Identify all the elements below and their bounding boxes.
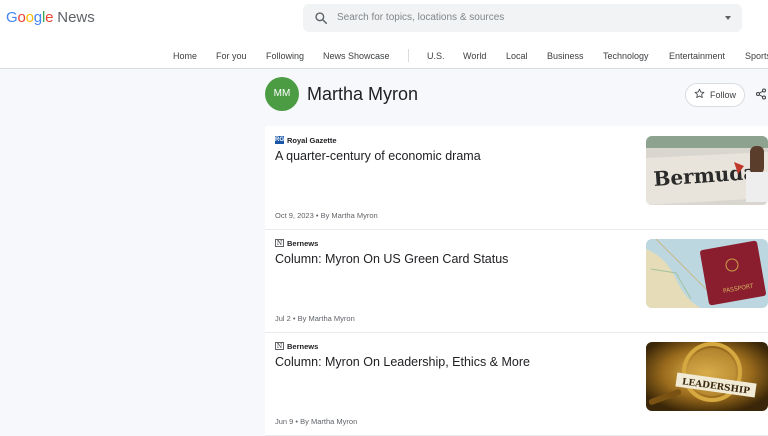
article-meta: Jul 2 • By Martha Myron	[275, 314, 355, 323]
nav-divider	[408, 49, 409, 62]
nav-item-world[interactable]: World	[463, 51, 486, 61]
nav-item-technology[interactable]: Technology	[603, 51, 649, 61]
article-meta: Oct 9, 2023 • By Martha Myron	[275, 211, 378, 220]
google-wordmark: Google	[6, 9, 54, 26]
main-content: MM Martha Myron Follow RG Royal Gazette …	[265, 69, 768, 436]
nav-item-entertainment[interactable]: Entertainment	[669, 51, 725, 61]
section-nav: Home For you Following News Showcase U.S…	[0, 49, 768, 63]
news-wordmark: News	[57, 9, 95, 26]
nav-item-home[interactable]: Home	[173, 51, 197, 61]
avatar: MM	[265, 77, 299, 111]
google-news-logo[interactable]: Google News	[6, 9, 95, 26]
article-source[interactable]: Bernews	[287, 239, 318, 248]
article-card[interactable]: N Bernews Column: Myron On Leadership, E…	[265, 333, 768, 436]
map-passport-image: PASSPORT	[646, 239, 768, 308]
nav-item-news-showcase[interactable]: News Showcase	[323, 51, 390, 61]
article-card[interactable]: N Bernews Column: Myron On US Green Card…	[265, 230, 768, 333]
search-bar[interactable]: Search for topics, locations & sources	[303, 4, 742, 32]
article-title[interactable]: A quarter-century of economic drama	[275, 149, 481, 163]
left-pane	[0, 69, 265, 435]
nav-item-local[interactable]: Local	[506, 51, 528, 61]
article-source[interactable]: Bernews	[287, 342, 318, 351]
search-placeholder: Search for topics, locations & sources	[337, 12, 505, 23]
leadership-magnifier-image: LEADERSHIP	[646, 342, 768, 411]
article-meta: Jun 9 • By Martha Myron	[275, 417, 358, 426]
top-bar: Google News Search for topics, locations …	[0, 0, 768, 69]
nav-item-for-you[interactable]: For you	[216, 51, 247, 61]
page-title: Martha Myron	[307, 84, 419, 104]
article-thumbnail[interactable]: LEADERSHIP	[646, 342, 768, 411]
bernews-logo-icon: N	[275, 342, 284, 350]
article-card[interactable]: RG Royal Gazette A quarter-century of ec…	[265, 127, 768, 230]
nav-item-sports[interactable]: Sports	[745, 51, 768, 61]
nav-item-following[interactable]: Following	[266, 51, 304, 61]
article-thumbnail[interactable]: Bermuda	[646, 136, 768, 205]
follow-button[interactable]: Follow	[685, 83, 745, 107]
article-thumbnail[interactable]: PASSPORT	[646, 239, 768, 308]
royal-gazette-logo-icon: RG	[275, 136, 284, 144]
share-icon[interactable]	[755, 88, 767, 100]
author-header: MM Martha Myron Follow	[265, 69, 768, 126]
article-source[interactable]: Royal Gazette	[287, 136, 337, 145]
star-icon	[694, 88, 705, 98]
article-title[interactable]: Column: Myron On US Green Card Status	[275, 252, 508, 266]
chevron-down-icon[interactable]	[725, 16, 731, 20]
nav-item-us[interactable]: U.S.	[427, 51, 445, 61]
article-title[interactable]: Column: Myron On Leadership, Ethics & Mo…	[275, 355, 530, 369]
nav-item-business[interactable]: Business	[547, 51, 584, 61]
follow-label: Follow	[710, 90, 737, 100]
bernews-logo-icon: N	[275, 239, 284, 247]
search-icon[interactable]	[314, 11, 328, 25]
bermuda-sign-image: Bermuda	[646, 136, 768, 205]
